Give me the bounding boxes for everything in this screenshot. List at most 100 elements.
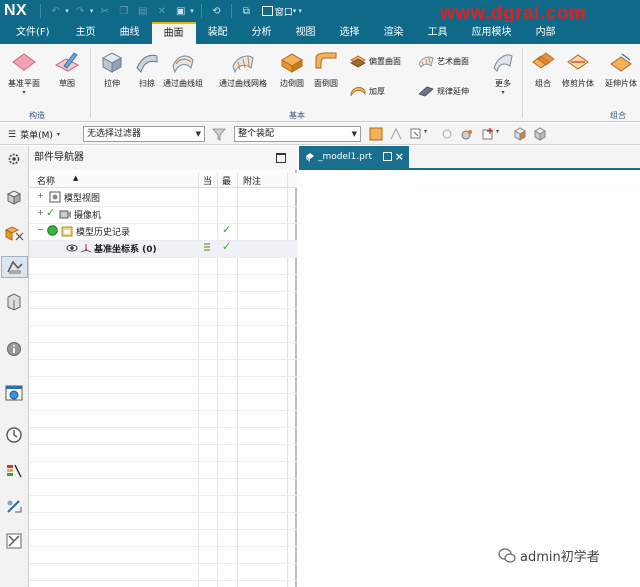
graphics-window[interactable] <box>299 170 640 587</box>
tree-node-datum-csys[interactable]: 基准坐标系 (0) ✓ <box>29 240 297 257</box>
redo-icon[interactable]: ↷ <box>73 4 88 18</box>
deselect-icon[interactable] <box>389 127 403 141</box>
face-blend-button[interactable]: 面倒圆 <box>313 50 339 89</box>
sweep-label: 扫掠 <box>139 79 155 88</box>
tab-home[interactable]: 主页 <box>64 22 108 44</box>
through-curve-mesh-button[interactable]: 通过曲线网格 <box>219 50 267 89</box>
repeat-command-icon[interactable]: ⟲ <box>209 4 224 18</box>
extrude-button[interactable]: 拉伸 <box>99 50 125 89</box>
law-extension-label: 规律延伸 <box>437 86 469 96</box>
tab-analysis[interactable]: 分析 <box>240 22 284 44</box>
command-finder-icon[interactable]: ▣ <box>173 4 188 18</box>
face-blend-label: 面倒圆 <box>314 79 338 88</box>
paste-icon[interactable]: ▤ <box>135 4 150 18</box>
sketch-button[interactable]: 草图 <box>54 50 80 89</box>
column-current-header[interactable]: 当 <box>203 174 212 187</box>
tab-surface[interactable]: 曲面 <box>151 22 196 44</box>
column-notes-header[interactable]: 附注 <box>243 174 261 187</box>
wechat-watermark: admin初学者 <box>498 546 600 565</box>
edge-blend-label: 边倒圆 <box>280 79 304 88</box>
tab-internal[interactable]: 内部 <box>524 22 568 44</box>
assembly-navigator-icon[interactable] <box>3 186 25 208</box>
more-icon[interactable]: ▾ <box>298 7 302 15</box>
close-tab-icon[interactable]: × <box>395 146 404 168</box>
resource-bar <box>0 146 29 587</box>
current-marker-icon <box>204 243 210 251</box>
wechat-account-label: admin初学者 <box>520 550 600 565</box>
expand-icon[interactable]: + <box>37 208 44 217</box>
tab-assembly[interactable]: 装配 <box>196 22 240 44</box>
reuse-library-icon[interactable] <box>3 291 25 313</box>
tab-file[interactable]: 文件(F) <box>0 22 64 44</box>
constraint-navigator-icon[interactable] <box>3 222 25 244</box>
snap-point-icon[interactable] <box>409 127 423 141</box>
selection-scope-select[interactable]: 整个装配 ▼ <box>234 126 361 142</box>
tab-select[interactable]: 选择 <box>328 22 372 44</box>
more-label: 更多 <box>495 79 511 88</box>
column-latest-header[interactable]: 最 <box>222 174 231 187</box>
sweep-button[interactable]: 扫掠 <box>134 50 160 89</box>
switch-window-icon[interactable]: ⧉ <box>239 4 254 18</box>
tab-render[interactable]: 渲染 <box>372 22 416 44</box>
law-extension-button[interactable]: 规律延伸 <box>418 84 469 98</box>
tree-node-model-history[interactable]: − 模型历史记录 ✓ <box>29 223 297 240</box>
more-button[interactable]: 更多 ▾ <box>490 50 516 96</box>
process-studio-icon[interactable] <box>3 496 25 518</box>
info-icon[interactable] <box>3 338 25 360</box>
sketch-icon <box>54 52 80 72</box>
sort-ascending-icon[interactable]: ▲ <box>73 174 78 182</box>
part-navigator-panel: 部件导航器 名称 ▲ 当 最 附注 + 模型视图 + ✓ 摄像机 − 模型历史记… <box>29 146 297 587</box>
add-snap-icon[interactable] <box>481 127 495 141</box>
maximize-icon[interactable] <box>276 153 286 163</box>
shaded-cube-icon[interactable] <box>533 127 547 141</box>
history-clock-icon[interactable] <box>3 424 25 446</box>
extrude-icon <box>101 52 123 73</box>
float-window-icon[interactable] <box>383 152 392 161</box>
selection-intent-icon[interactable] <box>440 127 454 141</box>
edge-blend-button[interactable]: 边倒圆 <box>279 50 305 89</box>
tab-model1-prt[interactable]: _model1.prt × <box>299 146 409 168</box>
column-name-header[interactable]: 名称 <box>37 174 55 187</box>
visibility-eye-icon[interactable] <box>66 242 78 254</box>
window-menu[interactable]: 窗口 ▾ <box>261 5 296 18</box>
tab-applications[interactable]: 应用模块 <box>460 22 524 44</box>
offset-surface-button[interactable]: 偏置曲面 <box>350 54 401 68</box>
datum-plane-button[interactable]: 基准平面 ▾ <box>8 50 40 96</box>
web-browser-icon[interactable] <box>3 382 25 404</box>
sweep-icon <box>136 54 158 73</box>
studio-surface-button[interactable]: 艺术曲面 <box>418 54 469 68</box>
app-logo: NX <box>4 2 28 19</box>
type-filter-select[interactable]: 无选择过滤器 ▼ <box>83 126 205 142</box>
point-snap-icon[interactable] <box>460 127 474 141</box>
part-navigator-icon[interactable] <box>1 256 28 278</box>
tree-node-cameras[interactable]: + ✓ 摄像机 <box>29 206 297 223</box>
thicken-button[interactable]: 加厚 <box>350 84 385 98</box>
cut-icon[interactable]: ✂ <box>97 4 112 18</box>
group-basic-label: 基本 <box>289 111 305 120</box>
edge-blend-icon <box>281 53 303 73</box>
delete-icon[interactable]: ✕ <box>154 4 169 18</box>
combine-button[interactable]: 组合 <box>530 50 556 89</box>
trim-sheet-button[interactable]: 修剪片体 <box>562 50 594 89</box>
visibility-check-icon[interactable]: ✓ <box>46 206 55 219</box>
extend-sheet-button[interactable]: 延伸片体 <box>605 50 637 89</box>
settings-gear-icon[interactable] <box>3 148 25 170</box>
roles-icon[interactable] <box>3 530 25 552</box>
filter-funnel-icon[interactable] <box>212 127 226 141</box>
wechat-icon <box>498 547 516 563</box>
copy-icon[interactable]: ❐ <box>116 4 131 18</box>
collapse-icon[interactable]: − <box>37 225 44 234</box>
select-feature-icon[interactable] <box>369 127 383 141</box>
tab-view[interactable]: 视图 <box>284 22 328 44</box>
tab-tools[interactable]: 工具 <box>416 22 460 44</box>
tab-curve[interactable]: 曲线 <box>108 22 152 44</box>
cube-view-icon[interactable] <box>513 127 527 141</box>
tree-node-label: 摄像机 <box>74 211 102 221</box>
through-curves-button[interactable]: 通过曲线组 <box>163 50 203 89</box>
quick-access-toolbar: ↶ ▾ ↷ ▾ ✂ ❐ ▤ ✕ ▣ ▾ ⟲ ⧉ 窗口 ▾ ▾ <box>37 4 302 18</box>
main-menu-button[interactable]: ☰ 菜单(M) ▾ <box>8 128 60 142</box>
tree-node-model-views[interactable]: + 模型视图 <box>29 189 297 206</box>
system-materials-icon[interactable] <box>3 460 25 482</box>
undo-icon[interactable]: ↶ <box>48 4 63 18</box>
expand-icon[interactable]: + <box>37 191 44 200</box>
